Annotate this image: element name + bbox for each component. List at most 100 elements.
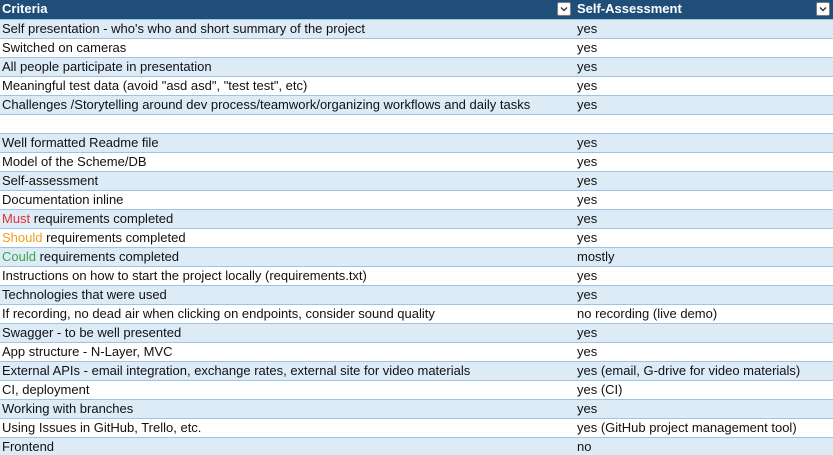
assessment-header-cell[interactable]: Self-Assessment — [574, 0, 833, 19]
chevron-down-icon — [819, 7, 827, 12]
assessment-filter-button[interactable] — [816, 2, 830, 16]
criteria-cell[interactable]: Self-assessment — [0, 172, 574, 190]
assessment-text: yes — [577, 344, 598, 359]
criteria-cell[interactable]: Technologies that were used — [0, 286, 574, 304]
criteria-text: Challenges /Storytelling around dev proc… — [2, 97, 531, 112]
table-row: Technologies that were used yes — [0, 286, 833, 305]
priority-label: Must — [2, 211, 31, 226]
criteria-header-label: Criteria — [2, 1, 48, 16]
criteria-cell[interactable]: Meaningful test data (avoid "asd asd", "… — [0, 77, 574, 95]
table-row: Working with branches yes — [0, 400, 833, 419]
table-row: Instructions on how to start the project… — [0, 267, 833, 286]
criteria-cell[interactable]: App structure - N-Layer, MVC — [0, 343, 574, 361]
assessment-text: yes — [577, 401, 598, 416]
criteria-filter-button[interactable] — [557, 2, 571, 16]
assessment-text: yes — [577, 287, 598, 302]
assessment-text: yes (CI) — [577, 382, 623, 397]
assessment-cell[interactable]: yes — [574, 96, 833, 114]
spreadsheet-table: Criteria Self-Assessment Self presentati… — [0, 0, 833, 455]
assessment-cell[interactable]: yes (GitHub project management tool) — [574, 419, 833, 437]
table-row: If recording, no dead air when clicking … — [0, 305, 833, 324]
criteria-cell[interactable] — [0, 115, 574, 133]
table-row: Must requirements completed yes — [0, 210, 833, 229]
criteria-text: Frontend — [2, 439, 55, 454]
criteria-cell[interactable]: External APIs - email integration, excha… — [0, 362, 574, 380]
criteria-cell[interactable]: Model of the Scheme/DB — [0, 153, 574, 171]
criteria-cell[interactable]: If recording, no dead air when clicking … — [0, 305, 574, 323]
table-row: Self presentation - who's who and short … — [0, 20, 833, 39]
criteria-text: CI, deployment — [2, 382, 90, 397]
criteria-text: Self presentation - who's who and short … — [2, 21, 366, 36]
criteria-cell[interactable]: All people participate in presentation — [0, 58, 574, 76]
criteria-cell[interactable]: Switched on cameras — [0, 39, 574, 57]
criteria-cell[interactable]: Could requirements completed — [0, 248, 574, 266]
table-row: Model of the Scheme/DB yes — [0, 153, 833, 172]
assessment-cell[interactable]: yes — [574, 191, 833, 209]
criteria-cell[interactable]: Working with branches — [0, 400, 574, 418]
table-row: Documentation inline yes — [0, 191, 833, 210]
chevron-down-icon — [560, 7, 568, 12]
assessment-cell[interactable]: yes — [574, 286, 833, 304]
assessment-cell[interactable]: yes (CI) — [574, 381, 833, 399]
assessment-cell[interactable]: yes — [574, 267, 833, 285]
assessment-text: yes — [577, 325, 598, 340]
assessment-cell[interactable]: yes — [574, 229, 833, 247]
criteria-cell[interactable]: Challenges /Storytelling around dev proc… — [0, 96, 574, 114]
assessment-text: no recording (live demo) — [577, 306, 718, 321]
table-row: Should requirements completed yes — [0, 229, 833, 248]
assessment-text: yes — [577, 97, 598, 112]
criteria-text: Well formatted Readme file — [2, 135, 159, 150]
table-row — [0, 115, 833, 134]
criteria-header-cell[interactable]: Criteria — [0, 0, 574, 19]
table-row: App structure - N-Layer, MVC yes — [0, 343, 833, 362]
assessment-cell[interactable]: yes (email, G-drive for video materials) — [574, 362, 833, 380]
assessment-cell[interactable]: yes — [574, 400, 833, 418]
assessment-text: yes — [577, 173, 598, 188]
assessment-cell[interactable]: mostly — [574, 248, 833, 266]
criteria-text: Swagger - to be well presented — [2, 325, 182, 340]
criteria-text: requirements completed — [30, 211, 174, 226]
assessment-text: yes — [577, 192, 598, 207]
criteria-text: If recording, no dead air when clicking … — [2, 306, 435, 321]
criteria-cell[interactable]: Well formatted Readme file — [0, 134, 574, 152]
assessment-cell[interactable]: yes — [574, 134, 833, 152]
assessment-cell[interactable] — [574, 115, 833, 133]
assessment-cell[interactable]: yes — [574, 324, 833, 342]
assessment-cell[interactable]: yes — [574, 20, 833, 38]
assessment-cell[interactable]: yes — [574, 343, 833, 361]
assessment-text: yes (email, G-drive for video materials) — [577, 363, 801, 378]
criteria-cell[interactable]: Frontend — [0, 438, 574, 455]
table-row: Meaningful test data (avoid "asd asd", "… — [0, 77, 833, 96]
assessment-cell[interactable]: yes — [574, 58, 833, 76]
criteria-cell[interactable]: Instructions on how to start the project… — [0, 267, 574, 285]
assessment-cell[interactable]: no — [574, 438, 833, 455]
criteria-cell[interactable]: Should requirements completed — [0, 229, 574, 247]
table-header: Criteria Self-Assessment — [0, 0, 833, 20]
criteria-text: Switched on cameras — [2, 40, 127, 55]
assessment-cell[interactable]: yes — [574, 77, 833, 95]
criteria-text: Meaningful test data (avoid "asd asd", "… — [2, 78, 308, 93]
assessment-text: yes — [577, 40, 598, 55]
criteria-text: Model of the Scheme/DB — [2, 154, 147, 169]
criteria-cell[interactable]: Swagger - to be well presented — [0, 324, 574, 342]
assessment-cell[interactable]: yes — [574, 153, 833, 171]
assessment-cell[interactable]: yes — [574, 172, 833, 190]
table-row: Self-assessment yes — [0, 172, 833, 191]
table-row: Switched on cameras yes — [0, 39, 833, 58]
criteria-cell[interactable]: Self presentation - who's who and short … — [0, 20, 574, 38]
criteria-cell[interactable]: Must requirements completed — [0, 210, 574, 228]
assessment-cell[interactable]: yes — [574, 39, 833, 57]
assessment-text: yes — [577, 21, 598, 36]
assessment-text: yes — [577, 211, 598, 226]
assessment-cell[interactable]: no recording (live demo) — [574, 305, 833, 323]
criteria-text: App structure - N-Layer, MVC — [2, 344, 173, 359]
criteria-text: Instructions on how to start the project… — [2, 268, 367, 283]
criteria-cell[interactable]: Documentation inline — [0, 191, 574, 209]
criteria-cell[interactable]: CI, deployment — [0, 381, 574, 399]
criteria-text: Documentation inline — [2, 192, 124, 207]
assessment-text: yes — [577, 59, 598, 74]
assessment-cell[interactable]: yes — [574, 210, 833, 228]
criteria-cell[interactable]: Using Issues in GitHub, Trello, etc. — [0, 419, 574, 437]
assessment-header-label: Self-Assessment — [577, 1, 682, 16]
priority-label: Could — [2, 249, 36, 264]
